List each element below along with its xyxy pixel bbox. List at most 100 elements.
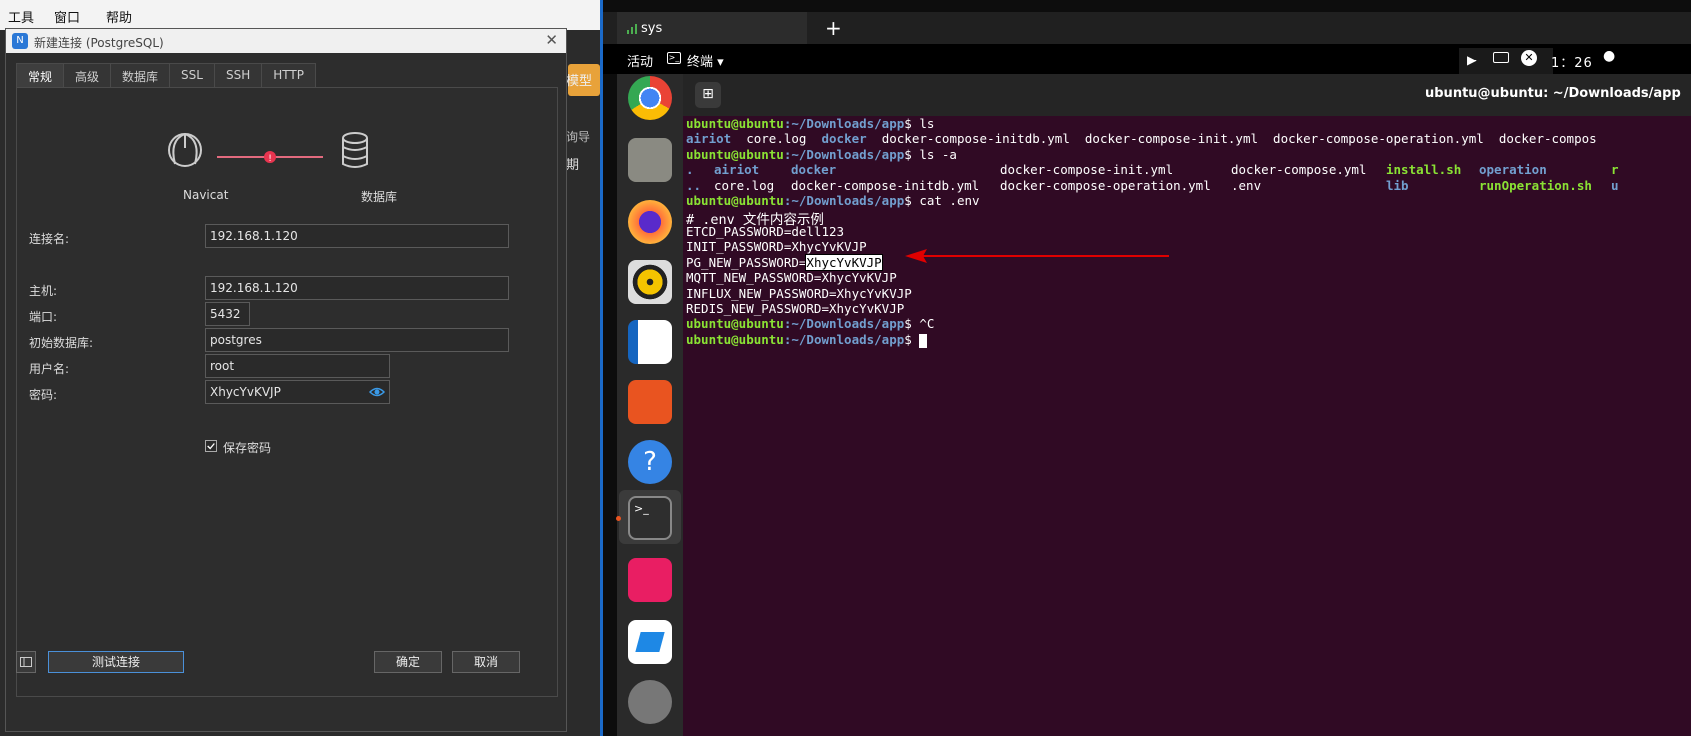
new-tab-icon[interactable]: ⊞: [695, 82, 721, 108]
terminal-line: core.log: [714, 178, 775, 193]
test-connection-button[interactable]: 测试连接: [48, 651, 184, 673]
password-input[interactable]: XhycYvKVJP: [205, 380, 390, 404]
ok-button[interactable]: 确定: [374, 651, 442, 673]
password-value: XhycYvKVJP: [210, 385, 281, 399]
svg-text:!: !: [268, 154, 272, 164]
ubuntu-dock: ? >_: [616, 74, 683, 736]
close-icon[interactable]: ✕: [545, 31, 558, 49]
connection-graphic: !: [168, 132, 368, 168]
libreoffice-writer-icon[interactable]: [628, 320, 672, 364]
highlighted-password: XhycYvKVJP: [805, 254, 883, 271]
vm-tabbar: sys +: [603, 12, 1691, 44]
terminal-line: docker: [791, 162, 837, 177]
general-panel: ! Navicat 数据库 连接名: 192.168.1.120 主机: 192…: [16, 87, 558, 697]
help-icon[interactable]: ?: [628, 440, 672, 484]
app-center-icon[interactable]: [628, 380, 672, 424]
username-label: 用户名:: [29, 362, 70, 376]
init-db-input[interactable]: postgres: [205, 328, 509, 352]
terminal-icon[interactable]: >_: [628, 496, 672, 540]
username-input[interactable]: root: [205, 354, 390, 378]
terminal-line: lib: [1386, 178, 1409, 193]
terminal-line: REDIS_NEW_PASSWORD=XhycYvKVJP: [686, 301, 905, 316]
eye-icon[interactable]: [369, 385, 385, 399]
system-tray: ▶̶ ✕: [1459, 48, 1553, 74]
terminal-output[interactable]: ubuntu@ubuntu:~/Downloads/app$ ls airiot…: [683, 116, 1691, 736]
terminal-line: ubuntu@ubuntu:~/Downloads/app$ ls -a: [686, 147, 957, 162]
save-password-checkbox[interactable]: [205, 440, 217, 452]
terminal-line: ETCD_PASSWORD=dell123: [686, 224, 845, 239]
navicat-logo-icon: [168, 132, 202, 167]
clock[interactable]: 1：26: [1551, 52, 1593, 71]
tab-http[interactable]: HTTP: [261, 63, 316, 87]
network-icon[interactable]: ▶̶: [1467, 53, 1476, 67]
cancel-button[interactable]: 取消: [452, 651, 520, 673]
menu-help[interactable]: 帮助: [106, 7, 132, 26]
signal-icon: [627, 24, 637, 34]
conn-name-input[interactable]: 192.168.1.120: [205, 224, 509, 248]
new-connection-dialog: N 新建连接 (PostgreSQL) ✕ 常规 高级 数据库 SSL SSH …: [5, 28, 567, 732]
terminal-window-title: ubuntu@ubuntu: ~/Downloads/app: [1425, 86, 1681, 101]
chrome-icon[interactable]: [628, 76, 672, 120]
terminal-headerbar: ⊞ ubuntu@ubuntu: ~/Downloads/app: [683, 74, 1691, 116]
navicat-app-icon: N: [12, 33, 28, 49]
rhythmbox-icon[interactable]: [628, 260, 672, 304]
tab-advanced[interactable]: 高级: [63, 63, 112, 87]
dialog-titlebar: N 新建连接 (PostgreSQL) ✕: [6, 29, 566, 53]
terminal-line: PG_NEW_PASSWORD=XhycYvKVJP: [686, 254, 883, 271]
terminal-line: ubuntu@ubuntu:~/Downloads/app$ ^C: [686, 316, 935, 331]
settings-icon[interactable]: [628, 680, 672, 724]
terminal-cursor: [919, 333, 928, 348]
dialog-tabs: 常规 高级 数据库 SSL SSH HTTP: [16, 63, 316, 87]
side-label-2: 期: [566, 158, 580, 173]
close-circle-icon[interactable]: ✕: [1521, 50, 1537, 66]
tab-ssl[interactable]: SSL: [169, 63, 215, 87]
screen: 工具 窗口 帮助 模型 询导 期 N 新建连接 (PostgreSQL) ✕ 常…: [0, 0, 1691, 736]
host-input[interactable]: 192.168.1.120: [205, 276, 509, 300]
menu-window[interactable]: 窗口: [54, 7, 80, 26]
conn-name-label: 连接名:: [29, 232, 70, 246]
database-icon: [342, 132, 368, 168]
status-dot-icon: ●: [1603, 48, 1616, 64]
host-label: 主机:: [29, 284, 58, 298]
vm-tab-sys[interactable]: sys: [617, 12, 807, 44]
navicat-label: Navicat: [183, 188, 229, 202]
terminal-small-icon: >_: [667, 52, 681, 64]
terminal-line: runOperation.sh: [1479, 178, 1592, 193]
add-tab-icon[interactable]: +: [825, 16, 842, 40]
check-icon: [207, 443, 215, 450]
menu-tools[interactable]: 工具: [8, 7, 34, 26]
port-label: 端口:: [29, 310, 58, 324]
connection-line: !: [217, 151, 323, 164]
password-label: 密码:: [29, 388, 58, 402]
host-menubar: 工具 窗口 帮助: [0, 0, 600, 30]
blue-app-icon[interactable]: [628, 620, 672, 664]
running-indicator: [616, 516, 621, 521]
terminal-app-menu[interactable]: 终端 ▾: [687, 51, 724, 70]
save-password-label: 保存密码: [223, 441, 272, 455]
terminal-line: ..: [686, 178, 702, 193]
activities-button[interactable]: 活动: [627, 51, 653, 70]
terminal-line: ubuntu@ubuntu:~/Downloads/app$: [686, 332, 928, 348]
terminal-line: docker-compose-initdb.yml: [791, 178, 980, 193]
database-label: 数据库: [361, 190, 398, 204]
files-icon[interactable]: [628, 138, 672, 182]
tab-general[interactable]: 常规: [16, 63, 65, 87]
terminal-line: docker-compose.yml: [1231, 162, 1367, 177]
keyboard-icon[interactable]: [1493, 52, 1509, 63]
sidebar-toggle-button[interactable]: [16, 651, 36, 673]
ubuntu-vm-window: sys + 活动 >_ 终端 ▾ ▶̶ ✕ 1：26 ● ? >_ ⊞ ubun…: [600, 0, 1691, 736]
model-label[interactable]: 模型: [566, 70, 592, 89]
tab-database[interactable]: 数据库: [110, 63, 171, 87]
terminal-line: ubuntu@ubuntu:~/Downloads/app$ ls: [686, 116, 935, 131]
gnome-topbar: 活动 >_ 终端 ▾ ▶̶ ✕ 1：26 ●: [603, 44, 1691, 74]
terminal-line: .env: [1231, 178, 1262, 193]
panel-icon: [20, 657, 32, 667]
port-input[interactable]: 5432: [205, 302, 250, 326]
side-label-1: 询导: [566, 130, 591, 144]
terminal-line: install.sh: [1386, 162, 1462, 177]
terminal-line: airiot: [714, 162, 760, 177]
terminal-line: docker-compose-operation.yml: [1000, 178, 1211, 193]
pink-app-icon[interactable]: [628, 558, 672, 602]
tab-ssh[interactable]: SSH: [213, 63, 263, 87]
firefox-icon[interactable]: [628, 200, 672, 244]
